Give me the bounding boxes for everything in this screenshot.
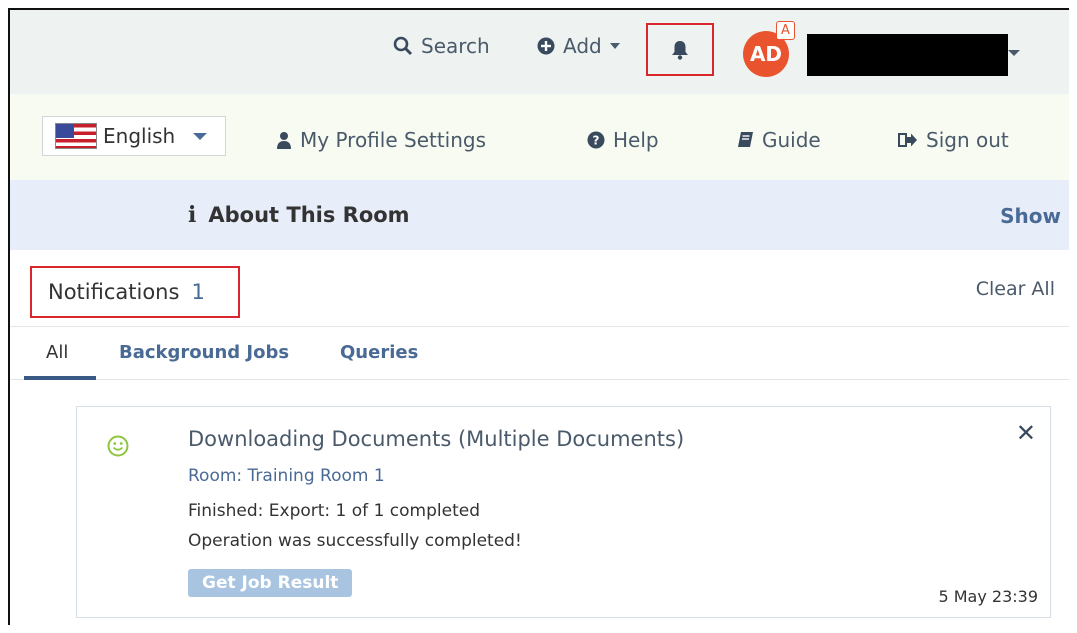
sign-out-label: Sign out <box>926 128 1009 152</box>
notification-title: Downloading Documents (Multiple Document… <box>188 427 685 451</box>
get-job-result-button[interactable]: Get Job Result <box>188 569 353 597</box>
guide-label: Guide <box>762 128 821 152</box>
tab-background-jobs[interactable]: Background Jobs <box>119 342 289 363</box>
divider <box>10 326 1069 327</box>
app-frame: Search Add AD A English My Profile Setti… <box>8 8 1069 625</box>
close-icon[interactable]: ✕ <box>1016 421 1036 445</box>
profile-settings-link[interactable]: My Profile Settings <box>276 128 486 152</box>
tab-all[interactable]: All <box>46 342 68 363</box>
add-menu-button[interactable]: Add <box>537 34 620 58</box>
help-label: Help <box>613 128 659 152</box>
active-tab-indicator <box>24 376 96 380</box>
about-room-bar: i About This Room Show <box>10 180 1069 250</box>
about-room-label: About This Room <box>208 203 410 227</box>
avatar-badge: A <box>776 21 795 40</box>
book-icon <box>738 132 753 147</box>
about-show-toggle[interactable]: Show <box>1000 204 1061 228</box>
sign-out-link[interactable]: Sign out <box>898 128 1009 152</box>
notifications-count: 1 <box>191 280 205 304</box>
search-icon <box>393 36 413 56</box>
notifications-bell-button[interactable] <box>646 23 714 76</box>
search-button[interactable]: Search <box>393 34 490 58</box>
avatar-initials: AD <box>749 42 783 66</box>
user-menu-chevron-icon[interactable] <box>1008 50 1020 56</box>
chevron-down-icon <box>193 132 208 140</box>
notifications-title: Notifications <box>48 280 180 304</box>
top-bar: Search Add AD A <box>10 10 1069 94</box>
notification-room-link[interactable]: Room: Training Room 1 <box>188 466 385 486</box>
search-label: Search <box>421 34 490 58</box>
notification-timestamp: 5 May 23:39 <box>938 587 1038 606</box>
add-label: Add <box>563 34 602 58</box>
notifications-heading: Notifications 1 <box>30 266 240 318</box>
smiley-icon <box>107 435 129 461</box>
secondary-nav: English My Profile Settings ? Help Guide <box>10 94 1069 180</box>
language-label: English <box>103 124 176 148</box>
redacted-user-name <box>807 34 1008 76</box>
language-select[interactable]: English <box>42 116 226 156</box>
us-flag-icon <box>55 123 97 149</box>
question-circle-icon: ? <box>587 131 605 149</box>
about-room-title: i About This Room <box>188 202 410 228</box>
help-link[interactable]: ? Help <box>587 128 659 152</box>
guide-link[interactable]: Guide <box>736 128 821 152</box>
plus-circle-icon <box>537 37 555 55</box>
notification-card: Downloading Documents (Multiple Document… <box>76 406 1051 618</box>
info-icon: i <box>188 202 197 228</box>
tab-queries[interactable]: Queries <box>340 342 418 363</box>
clear-all-button[interactable]: Clear All <box>976 278 1055 300</box>
svg-text:?: ? <box>593 134 600 148</box>
notification-message: Operation was successfully completed! <box>188 531 522 551</box>
sign-out-icon <box>898 133 917 147</box>
user-icon <box>277 132 291 149</box>
chevron-down-icon <box>609 43 620 49</box>
avatar-badge-label: A <box>781 23 790 38</box>
tabs-divider <box>10 379 1069 380</box>
bell-icon <box>672 40 688 60</box>
notification-status: Finished: Export: 1 of 1 completed <box>188 501 480 521</box>
profile-settings-label: My Profile Settings <box>300 128 487 152</box>
